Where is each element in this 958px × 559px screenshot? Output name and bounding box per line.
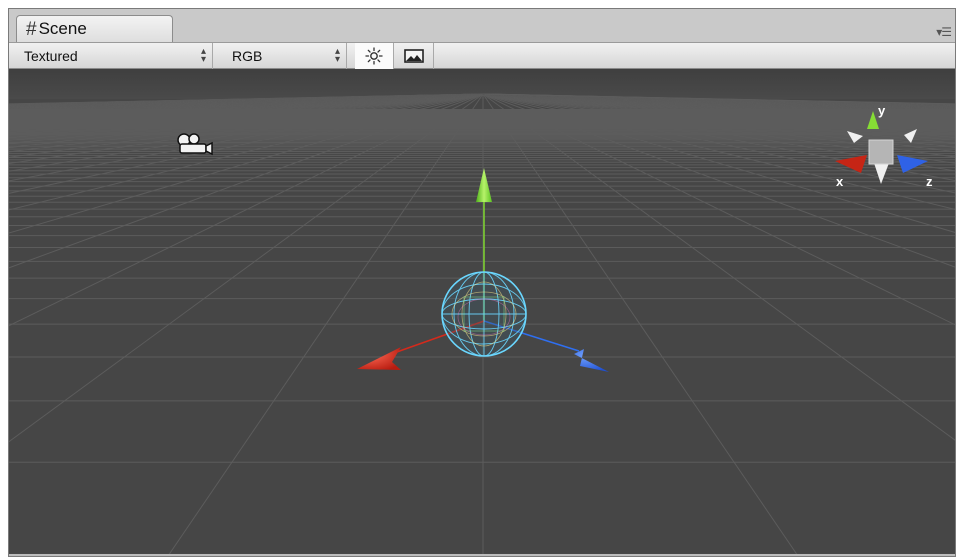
image-icon bbox=[404, 49, 424, 63]
scene-viewport[interactable]: y x z bbox=[9, 69, 956, 557]
scene-toolbar: Textured ▴ ▾ RGB ▴ ▾ bbox=[9, 42, 955, 69]
y-axis-handle[interactable] bbox=[476, 168, 492, 202]
grid-line bbox=[482, 93, 799, 556]
viewport-bottom-border bbox=[9, 554, 955, 556]
panel-menu-icon[interactable]: ▾☰ bbox=[936, 25, 952, 39]
tab-scene[interactable]: # Scene bbox=[16, 15, 173, 42]
grid-line bbox=[9, 93, 484, 234]
draw-mode-dropdown[interactable]: Textured ▴ ▾ bbox=[13, 43, 213, 69]
draw-mode-value: Textured bbox=[24, 48, 78, 64]
lighting-toggle-button[interactable] bbox=[355, 43, 394, 69]
up-down-arrows-icon: ▴ ▾ bbox=[200, 46, 206, 65]
orientation-cube[interactable] bbox=[868, 139, 894, 165]
orientation-neg-y-cone[interactable] bbox=[874, 163, 889, 184]
tab-bar: # Scene ▾☰ bbox=[9, 9, 955, 42]
render-mode-value: RGB bbox=[232, 48, 263, 64]
z-axis-handle[interactable] bbox=[574, 349, 609, 372]
sphere-wireframe[interactable] bbox=[441, 271, 527, 357]
orientation-y-label: y bbox=[878, 103, 886, 118]
scene-window: # Scene ▾☰ Textured ▴ ▾ RGB ▴ ▾ y x z bbox=[8, 8, 956, 557]
grid-line bbox=[167, 93, 484, 556]
tab-label: Scene bbox=[38, 19, 87, 38]
scene-canvas[interactable]: y x z bbox=[9, 69, 956, 557]
x-axis-handle[interactable] bbox=[357, 347, 401, 370]
render-mode-dropdown[interactable]: RGB ▴ ▾ bbox=[221, 43, 347, 69]
orientation-z-label: z bbox=[926, 174, 933, 189]
hash-icon: # bbox=[26, 18, 37, 40]
orientation-x-label: x bbox=[836, 174, 844, 189]
up-down-arrows-icon: ▴ ▾ bbox=[334, 46, 340, 65]
sun-icon bbox=[365, 47, 383, 65]
overlay-toggle-button[interactable] bbox=[395, 43, 434, 69]
